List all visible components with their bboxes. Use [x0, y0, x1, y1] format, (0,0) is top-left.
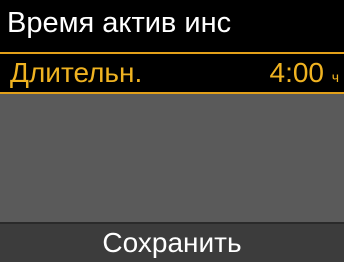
- duration-unit: ч: [331, 69, 339, 85]
- duration-label: Длительн.: [10, 57, 143, 88]
- empty-list-area: [0, 94, 344, 222]
- duration-value: 4:00: [269, 57, 325, 88]
- save-button[interactable]: Сохранить: [102, 226, 241, 260]
- pump-screen: Время актив инс Длительн. 4:00 ч Сохрани…: [0, 0, 344, 262]
- duration-setting-row[interactable]: Длительн. 4:00 ч: [0, 52, 344, 94]
- softkey-bar[interactable]: Сохранить: [0, 222, 344, 262]
- screen-header: Время актив инс: [0, 0, 344, 52]
- page-title: Время актив инс: [7, 7, 232, 39]
